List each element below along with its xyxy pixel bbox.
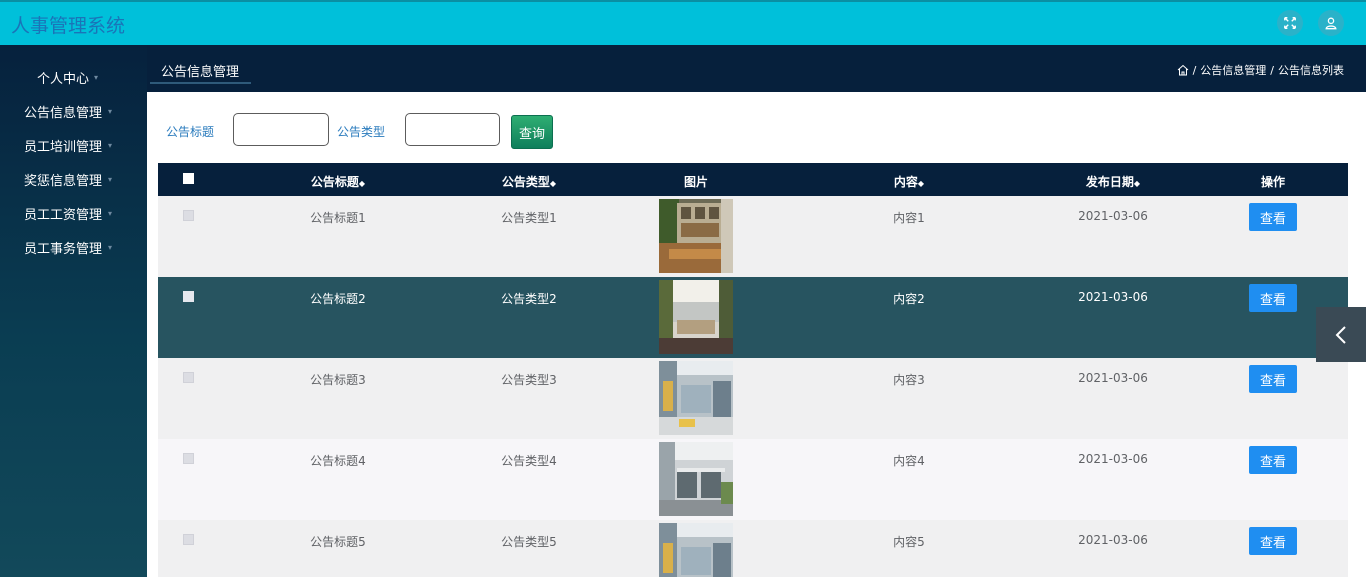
cell-content: 内容4 [893,454,925,468]
chevron-left-icon [1335,325,1346,344]
search-title-input[interactable] [233,113,329,146]
column-header-action: 操作 [1260,175,1286,189]
notice-image [659,280,733,354]
table-row[interactable]: 公告标题2 公告类型2 内容2 2021-03-06 查看 [158,277,1348,358]
cell-type: 公告类型4 [501,454,557,468]
row-checkbox[interactable] [183,372,194,383]
chevron-down-icon: ▾ [108,140,113,150]
column-header-label: 公告标题 [310,175,359,189]
breadcrumb-level2: 公告信息列表 [1278,64,1344,77]
cell-type: 公告类型3 [501,373,557,387]
user-icon[interactable] [1318,10,1344,36]
select-all-checkbox[interactable] [183,173,194,184]
view-button[interactable]: 查看 [1249,527,1297,555]
sort-icon: ◆ [358,179,366,188]
table-header: 公告标题◆ 公告类型◆ 图片 内容◆ 发布日期◆ 操作 [158,163,1348,196]
search-title-label: 公告标题 [166,125,215,139]
sort-icon: ◆ [1133,179,1141,188]
row-checkbox[interactable] [183,453,194,464]
sidebar-item-label: 员工事务管理 [24,241,103,257]
cell-date: 2021-03-06 [1078,290,1148,304]
cell-type: 公告类型2 [501,292,557,306]
column-header-date[interactable]: 发布日期◆ [1086,173,1140,190]
column-header-content[interactable]: 内容◆ [894,173,924,190]
notice-image [659,523,733,577]
chevron-down-icon: ▾ [108,106,113,116]
view-button[interactable]: 查看 [1249,284,1297,312]
cell-title: 公告标题5 [310,535,366,549]
column-header-title[interactable]: 公告标题◆ [311,173,365,190]
content-header: 公告信息管理 / 公告信息管理 / 公告信息列表 [147,45,1366,92]
breadcrumb-separator: / [1270,63,1274,77]
table-row[interactable]: 公告标题3 公告类型3 内容3 2021-03-06 查看 [158,358,1348,439]
cell-title: 公告标题2 [310,292,366,306]
search-button[interactable]: 查询 [511,115,553,149]
chevron-down-icon: ▾ [108,174,113,184]
cell-date: 2021-03-06 [1078,371,1148,385]
sidebar-item-affairs-management[interactable]: 员工事务管理 ▾ [0,230,147,264]
sidebar-item-label: 奖惩信息管理 [24,173,103,189]
cell-title: 公告标题1 [310,211,366,225]
cell-type: 公告类型1 [501,211,557,225]
cell-title: 公告标题4 [310,454,366,468]
sidebar-item-reward-management[interactable]: 奖惩信息管理 ▾ [0,162,147,196]
cell-content: 内容3 [893,373,925,387]
sidebar-item-label: 个人中心 [37,71,90,87]
table-row[interactable]: 公告标题1 公告类型1 内容1 2021-03-06 查看 [158,196,1348,277]
side-panel-toggle[interactable] [1316,307,1366,362]
notice-image [659,199,733,273]
sidebar-item-notice-management[interactable]: 公告信息管理 ▾ [0,94,147,128]
home-icon[interactable] [1177,64,1189,76]
search-type-label: 公告类型 [337,125,386,139]
view-button[interactable]: 查看 [1249,203,1297,231]
sidebar: 个人中心 ▾ 公告信息管理 ▾ 员工培训管理 ▾ 奖惩信息管理 ▾ 员工工资管理… [0,45,147,577]
row-checkbox[interactable] [183,534,194,545]
breadcrumb-separator: / [1192,63,1197,77]
breadcrumb: / 公告信息管理 / 公告信息列表 [1177,62,1344,78]
row-checkbox[interactable] [183,210,194,221]
sidebar-item-label: 公告信息管理 [24,105,103,121]
row-checkbox[interactable] [183,291,194,302]
sidebar-item-salary-management[interactable]: 员工工资管理 ▾ [0,196,147,230]
chevron-down-icon: ▾ [108,208,113,218]
column-header-label: 公告类型 [501,175,550,189]
cell-title: 公告标题3 [310,373,366,387]
sidebar-item-training-management[interactable]: 员工培训管理 ▾ [0,128,147,162]
page-title: 公告信息管理 [161,65,240,80]
fullscreen-icon[interactable] [1277,10,1303,36]
app-title: 人事管理系统 [11,15,126,37]
sort-icon: ◆ [549,179,557,188]
cell-type: 公告类型5 [501,535,557,549]
sidebar-item-label: 员工培训管理 [24,139,103,155]
column-header-label: 发布日期 [1085,175,1134,189]
view-button[interactable]: 查看 [1249,365,1297,393]
cell-date: 2021-03-06 [1078,452,1148,466]
column-header-image: 图片 [683,175,709,189]
cell-date: 2021-03-06 [1078,533,1148,547]
table-row[interactable]: 公告标题5 公告类型5 内容5 2021-03-06 查看 [158,520,1348,577]
column-header-type[interactable]: 公告类型◆ [502,173,556,190]
table-row[interactable]: 公告标题4 公告类型4 内容4 2021-03-06 查看 [158,439,1348,520]
chevron-down-icon: ▾ [108,242,113,252]
notice-image [659,361,733,435]
chevron-down-icon: ▾ [94,72,99,82]
cell-content: 内容2 [893,292,925,306]
cell-date: 2021-03-06 [1078,209,1148,223]
sort-icon: ◆ [917,179,925,188]
sidebar-item-label: 员工工资管理 [24,207,103,223]
cell-content: 内容1 [893,211,925,225]
search-type-input[interactable] [405,113,500,146]
view-button[interactable]: 查看 [1249,446,1297,474]
top-bar: 人事管理系统 [0,0,1366,45]
cell-content: 内容5 [893,535,925,549]
column-header-label: 内容 [893,175,918,189]
notice-image [659,442,733,516]
sidebar-item-personal-center[interactable]: 个人中心 ▾ [0,60,147,94]
tab-underline [150,82,251,84]
breadcrumb-level1[interactable]: 公告信息管理 [1200,62,1266,78]
